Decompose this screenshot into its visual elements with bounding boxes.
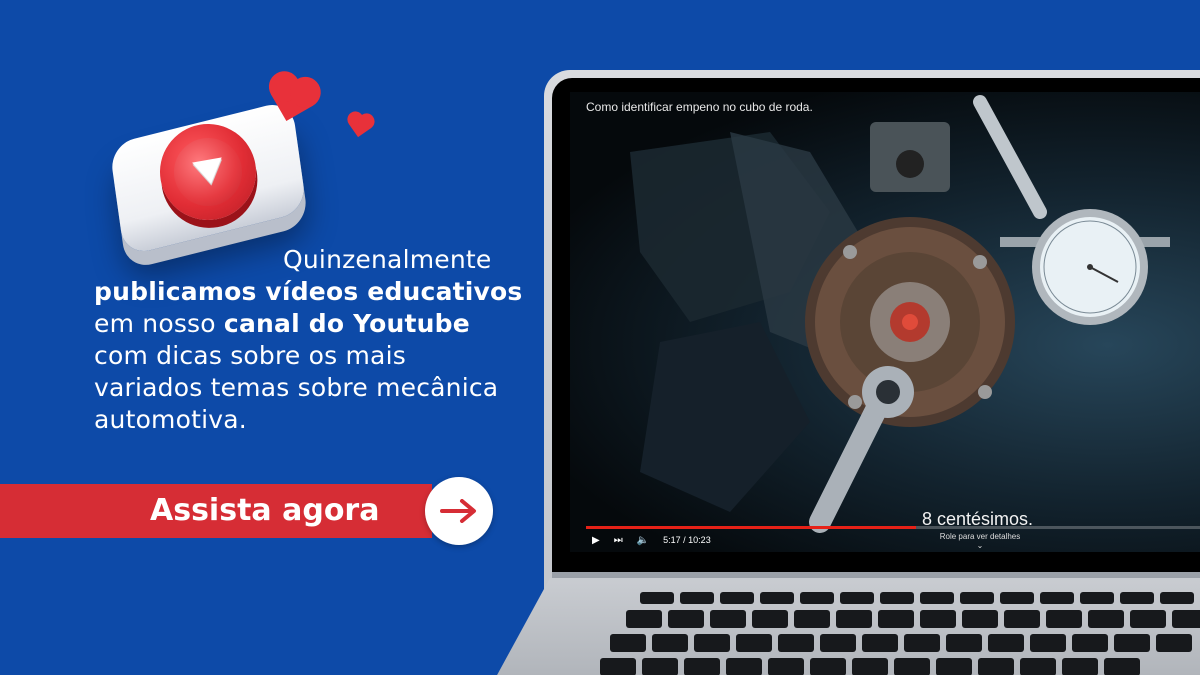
keyboard-key	[978, 658, 1014, 675]
keyboard-key	[794, 610, 830, 628]
copy-line-6: automotiva.	[94, 405, 247, 434]
video-player[interactable]: Como identificar empeno no cubo de roda.…	[570, 92, 1200, 552]
promo-copy: Quinzenalmente publicamos vídeos educati…	[94, 244, 539, 436]
keyboard-key	[852, 658, 888, 675]
keyboard-key	[880, 592, 914, 604]
play-triangle-icon	[192, 157, 226, 187]
keyboard-key	[684, 658, 720, 675]
keyboard-key	[778, 634, 814, 652]
copy-line-2-bold: publicamos vídeos educativos	[94, 277, 523, 306]
keyboard-key	[1160, 592, 1194, 604]
copy-line-3: em nosso canal do Youtube	[94, 308, 539, 340]
keyboard-key	[710, 610, 746, 628]
keyboard-key	[1172, 610, 1200, 628]
keyboard-key	[810, 658, 846, 675]
play-button-3d-icon	[108, 99, 308, 257]
copy-line-4: com dicas sobre os mais	[94, 341, 406, 370]
keyboard-key	[652, 634, 688, 652]
copy-line-2: publicamos vídeos educativos	[94, 276, 539, 308]
keyboard-key	[962, 610, 998, 628]
play-icon[interactable]: ▶	[592, 535, 600, 546]
progress-fill	[586, 526, 916, 529]
keyboard-key	[1062, 658, 1098, 675]
keyboard-key	[1104, 658, 1140, 675]
player-controls: ▶ ⏭ 🔈 5:17 / 10:23	[592, 532, 711, 548]
next-icon[interactable]: ⏭	[614, 535, 623, 546]
keyboard-key	[736, 634, 772, 652]
keyboard-key	[720, 592, 754, 604]
keyboard-key	[936, 658, 972, 675]
keyboard-key	[862, 634, 898, 652]
keyboard-key	[726, 658, 762, 675]
cta-arrow-button[interactable]	[425, 477, 493, 545]
keyboard-key	[1114, 634, 1150, 652]
banner: Quinzenalmente publicamos vídeos educati…	[0, 0, 1200, 675]
cta-label[interactable]: Assista agora	[150, 486, 379, 536]
keyboard-key	[680, 592, 714, 604]
keyboard-key	[1000, 592, 1034, 604]
arrow-right-icon	[440, 499, 476, 523]
keyboard-key	[610, 634, 646, 652]
scroll-hint[interactable]: Role para ver detalhes ⌄	[920, 532, 1040, 550]
keyboard-key	[1080, 592, 1114, 604]
keyboard-key	[600, 658, 636, 675]
keyboard-key	[1156, 634, 1192, 652]
volume-icon[interactable]: 🔈	[637, 535, 649, 546]
keyboard-key	[760, 592, 794, 604]
keyboard-key	[642, 658, 678, 675]
keyboard-key	[1040, 592, 1074, 604]
keyboard-key	[1120, 592, 1154, 604]
progress-bar[interactable]	[586, 526, 1200, 529]
keyboard-key	[904, 634, 940, 652]
keyboard-key	[640, 592, 674, 604]
scroll-hint-label: Role para ver detalhes	[939, 532, 1021, 541]
copy-line-1: Quinzenalmente	[283, 245, 492, 274]
copy-line-5: variados temas sobre mecânica	[94, 373, 499, 402]
keyboard-key	[1004, 610, 1040, 628]
keyboard-key	[694, 634, 730, 652]
keyboard-key	[1072, 634, 1108, 652]
heart-icon	[348, 114, 372, 138]
keyboard	[560, 592, 1200, 675]
keyboard-key	[668, 610, 704, 628]
keyboard-key	[960, 592, 994, 604]
keyboard-key	[1088, 610, 1124, 628]
keyboard-key	[920, 610, 956, 628]
video-title: Como identificar empeno no cubo de roda.	[586, 100, 813, 114]
copy-line-3-bold: canal do Youtube	[223, 309, 470, 338]
keyboard-key	[768, 658, 804, 675]
keyboard-key	[1030, 634, 1066, 652]
keyboard-key	[920, 592, 954, 604]
chevron-down-icon: ⌄	[976, 541, 984, 550]
keyboard-key	[752, 610, 788, 628]
keyboard-key	[836, 610, 872, 628]
keyboard-key	[988, 634, 1024, 652]
keyboard-key	[1020, 658, 1056, 675]
keyboard-key	[894, 658, 930, 675]
keyboard-key	[840, 592, 874, 604]
keyboard-key	[1046, 610, 1082, 628]
video-frame-image	[630, 95, 1170, 533]
keyboard-key	[800, 592, 834, 604]
keyboard-key	[878, 610, 914, 628]
keyboard-key	[626, 610, 662, 628]
time-display: 5:17 / 10:23	[663, 535, 711, 545]
copy-line-3-plain: em nosso	[94, 309, 224, 338]
keyboard-key	[820, 634, 856, 652]
keyboard-key	[1130, 610, 1166, 628]
keyboard-key	[946, 634, 982, 652]
